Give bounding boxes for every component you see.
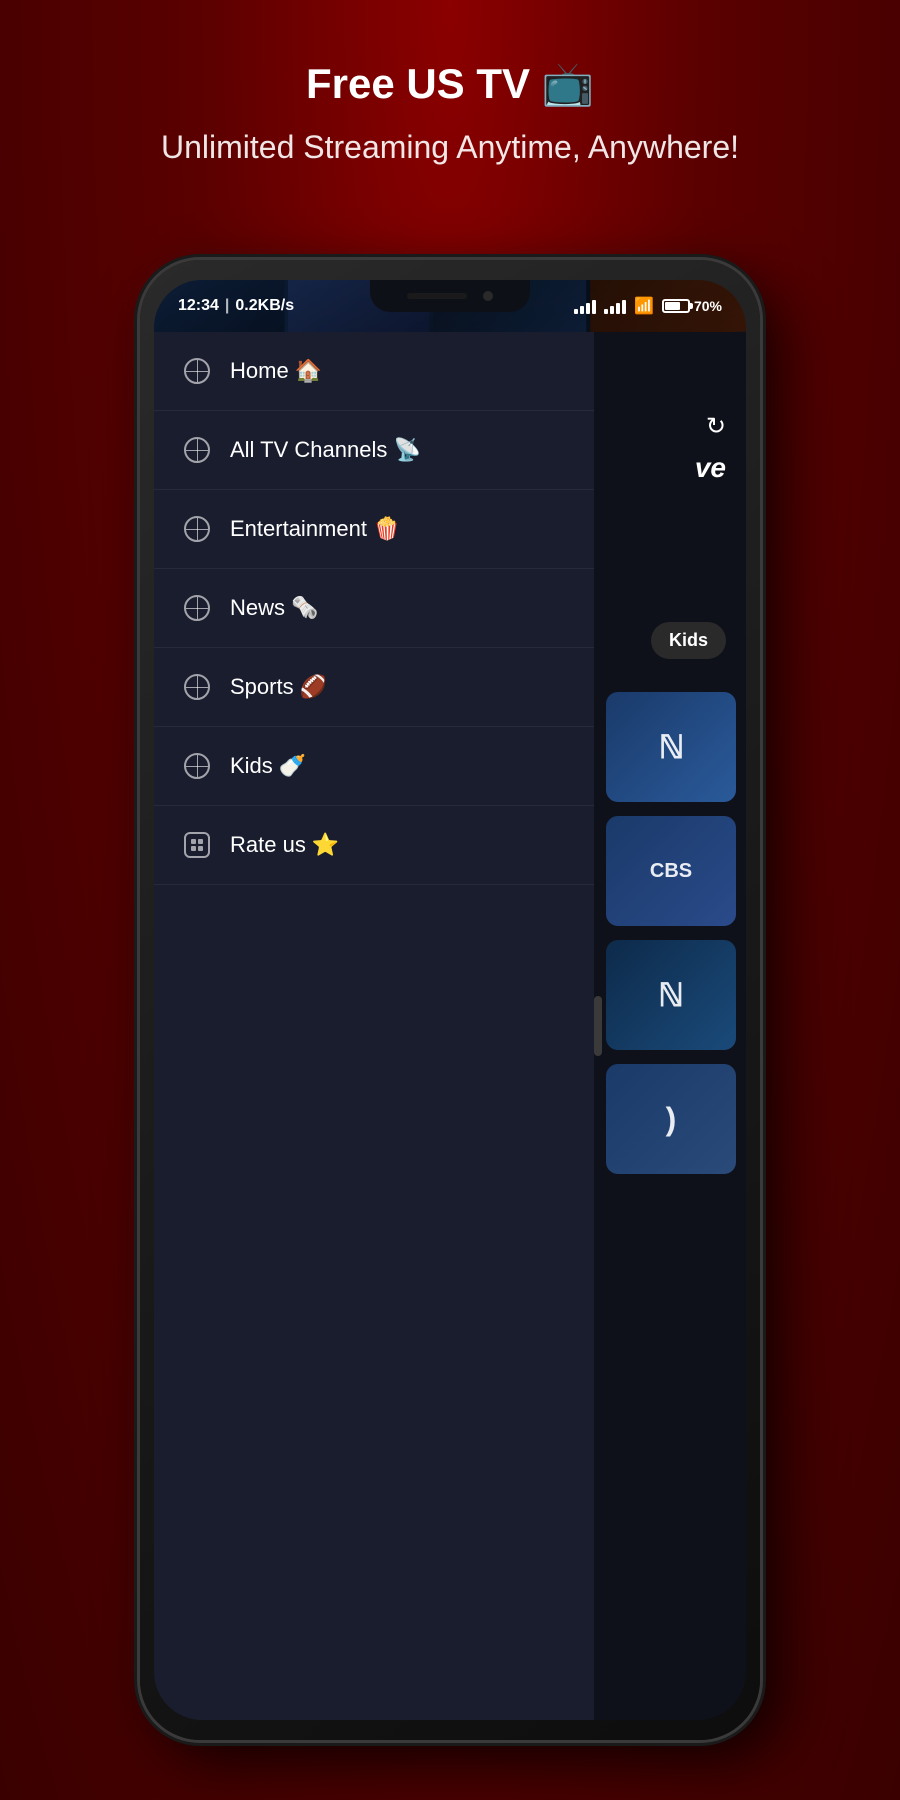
phone-notch bbox=[370, 280, 530, 312]
kids-globe-icon bbox=[184, 753, 210, 779]
speed-display: 0.2KB/s bbox=[235, 297, 294, 315]
channel-thumb-1[interactable]: ℕ bbox=[606, 692, 736, 802]
right-panel: ↻ ve Kids ℕ bbox=[586, 332, 746, 1720]
time-display: 12:34 bbox=[178, 297, 219, 315]
signal-bar-1 bbox=[574, 309, 578, 314]
menu-item-home[interactable]: Home 🏠 bbox=[154, 332, 594, 411]
status-left: 12:34 | 0.2KB/s bbox=[178, 297, 294, 315]
news-label: News 🗞️ bbox=[230, 595, 319, 621]
app-subtitle: Unlimited Streaming Anytime, Anywhere! bbox=[0, 125, 900, 170]
signal-bar-3 bbox=[586, 303, 590, 314]
all-tv-label: All TV Channels 📡 bbox=[230, 437, 421, 463]
signal-bar-6 bbox=[610, 306, 614, 314]
page-background: Free US TV 📺 Unlimited Streaming Anytime… bbox=[0, 0, 900, 1800]
entertainment-label: Entertainment 🍿 bbox=[230, 516, 400, 542]
title-text: Free US TV 📺 bbox=[306, 60, 594, 109]
status-right: 📶 70% bbox=[574, 296, 722, 316]
rate-app-icon bbox=[184, 832, 210, 858]
channel-logo-1: ℕ bbox=[659, 728, 684, 766]
channel-logo-2: CBS bbox=[650, 860, 692, 883]
battery-container: 70% bbox=[662, 298, 722, 314]
channel-logo-4: ) bbox=[666, 1101, 677, 1138]
menu-item-rate[interactable]: Rate us ⭐ bbox=[154, 806, 594, 885]
screen-content: 12:34 | 0.2KB/s bbox=[154, 280, 746, 1720]
news-globe-icon bbox=[184, 595, 210, 621]
signal-bar-5 bbox=[604, 309, 608, 314]
signal-bar-2 bbox=[580, 306, 584, 314]
signal-bar-4 bbox=[592, 300, 596, 314]
channel-thumb-2[interactable]: CBS bbox=[606, 816, 736, 926]
menu-item-news[interactable]: News 🗞️ bbox=[154, 569, 594, 648]
rate-label: Rate us ⭐ bbox=[230, 832, 339, 858]
sports-globe-icon bbox=[184, 674, 210, 700]
home-globe-icon bbox=[184, 358, 210, 384]
channel-thumb-4[interactable]: ) bbox=[606, 1064, 736, 1174]
channel-thumb-3[interactable]: ℕ bbox=[606, 940, 736, 1050]
battery-icon bbox=[662, 299, 690, 313]
signal-bar-7 bbox=[616, 303, 620, 314]
kids-tab-button[interactable]: Kids bbox=[651, 622, 726, 659]
kids-tab-label: Kids bbox=[669, 630, 708, 650]
menu-item-kids[interactable]: Kids 🍼 bbox=[154, 727, 594, 806]
phone-container: 12:34 | 0.2KB/s bbox=[140, 260, 760, 1740]
entertainment-globe-icon bbox=[184, 516, 210, 542]
sports-label: Sports 🏈 bbox=[230, 674, 327, 700]
subtitle-text: Unlimited Streaming Anytime, Anywhere! bbox=[161, 129, 739, 165]
signal-bar-8 bbox=[622, 300, 626, 314]
home-label: Home 🏠 bbox=[230, 358, 322, 384]
phone-screen: 12:34 | 0.2KB/s bbox=[154, 280, 746, 1720]
drawer-side-handle[interactable] bbox=[594, 996, 602, 1056]
wifi-icon: 📶 bbox=[634, 296, 654, 316]
refresh-button[interactable]: ↻ bbox=[706, 412, 726, 441]
channel-logo-3: ℕ bbox=[658, 976, 684, 1014]
app-title: Free US TV 📺 bbox=[0, 60, 900, 109]
speaker-bar bbox=[407, 293, 467, 299]
camera-dot bbox=[483, 291, 493, 301]
drawer-menu: Home 🏠 All TV Channels 📡 Entertainment 🍿… bbox=[154, 332, 594, 1720]
battery-fill bbox=[665, 302, 680, 310]
battery-percent: 70% bbox=[694, 298, 722, 314]
header-section: Free US TV 📺 Unlimited Streaming Anytime… bbox=[0, 0, 900, 200]
kids-label: Kids 🍼 bbox=[230, 753, 306, 779]
menu-item-entertainment[interactable]: Entertainment 🍿 bbox=[154, 490, 594, 569]
signal-bars-1 bbox=[574, 298, 596, 314]
refresh-icon: ↻ bbox=[706, 413, 726, 440]
all-tv-globe-icon bbox=[184, 437, 210, 463]
menu-item-sports[interactable]: Sports 🏈 bbox=[154, 648, 594, 727]
menu-item-all-tv[interactable]: All TV Channels 📡 bbox=[154, 411, 594, 490]
speed-separator: | bbox=[225, 297, 229, 315]
live-text: ve bbox=[695, 452, 726, 484]
right-channels: ℕ CBS ℕ ) bbox=[606, 692, 736, 1174]
signal-bars-2 bbox=[604, 298, 626, 314]
